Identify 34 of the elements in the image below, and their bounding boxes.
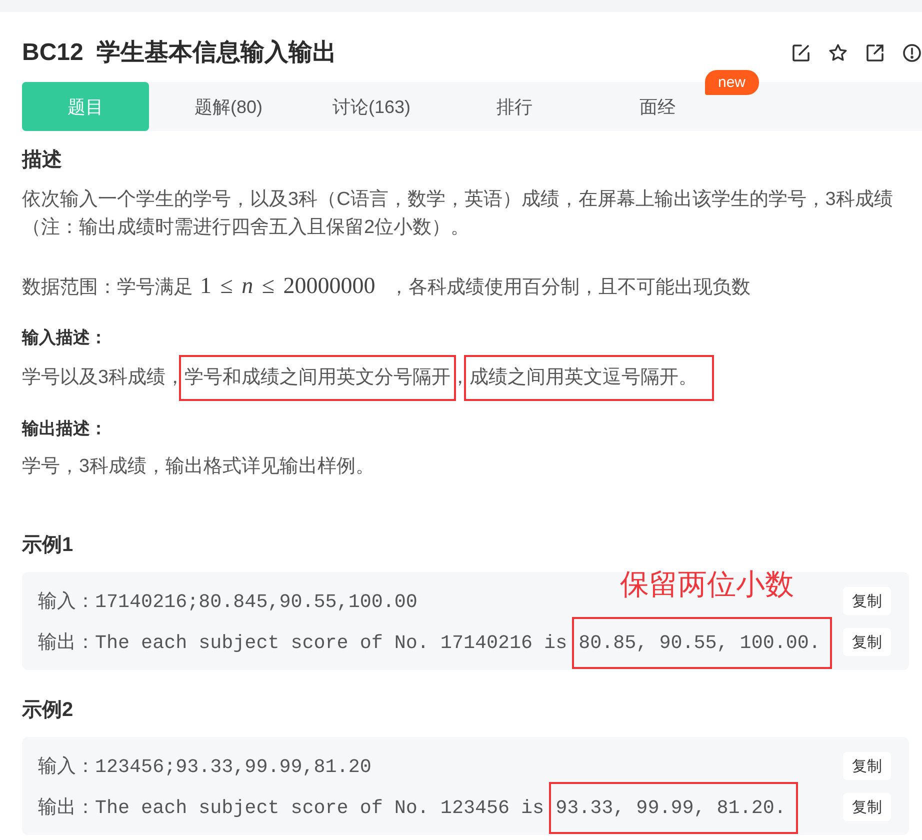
copy-button[interactable]: 复制: [843, 628, 891, 656]
sample-label: 输出：: [38, 797, 95, 818]
sample-label: 输入：: [38, 591, 95, 612]
sample-label: 输出：: [38, 632, 95, 653]
section-heading: 输出描述：: [22, 418, 108, 440]
section-heading: 描述: [22, 148, 63, 173]
tab[interactable]: 排行: [451, 82, 578, 131]
section-heading: 输入描述：: [22, 327, 108, 349]
highlighted-code-text: 93.33, 99.99, 81.20.: [548, 782, 798, 834]
description-text: 依次输入一个学生的学号，以及3科（C语言，数学，英语）成绩，在屏幕上输出该学生的学号，3科成绩（注：输出成绩时需进行四舍五入且保留2位小数）。: [22, 188, 894, 240]
range-note-text: 数据范围：学号满足 1 ≤ n ≤ 20000000 ，各科成绩使用百分制，且不可能出现负数: [22, 274, 752, 300]
copy-button[interactable]: 复制: [843, 752, 891, 780]
copy-button[interactable]: 复制: [843, 587, 891, 615]
highlighted-text: 成绩之间用英文逗号隔开。: [464, 355, 714, 401]
annotation-text: 保留两位小数: [620, 569, 794, 601]
example-heading: 示例1: [22, 533, 74, 558]
description-text: 学号，3科成绩，输出格式详见输出样例。: [22, 455, 376, 479]
highlighted-text: 学号和成绩之间用英文分号隔开: [178, 355, 456, 401]
sample-code-text: The each subject score of No. 17140216 is: [95, 632, 568, 654]
edit-icon[interactable]: [792, 44, 810, 62]
highlighted-code-text: 80.85, 90.55, 100.00.: [572, 617, 832, 669]
tab-badge: new: [705, 70, 759, 95]
tab[interactable]: 讨论(163): [308, 82, 435, 131]
problem-title: BC12 学生基本信息输入输出: [22, 38, 337, 68]
alert-icon[interactable]: [903, 44, 921, 62]
tab[interactable]: 题解(80): [165, 82, 292, 131]
star-icon[interactable]: [829, 44, 847, 62]
copy-button[interactable]: 复制: [843, 793, 891, 821]
sample-label: 输入：: [38, 756, 95, 777]
sample-code-text: 123456;93.33,99.99,81.20: [95, 756, 372, 778]
sample-code-text: The each subject score of No. 123456 is: [95, 797, 546, 819]
external-link-icon[interactable]: [866, 44, 884, 62]
example-heading: 示例2: [22, 698, 74, 723]
sample-code-text: 17140216;80.845,90.55,100.00: [95, 591, 418, 613]
